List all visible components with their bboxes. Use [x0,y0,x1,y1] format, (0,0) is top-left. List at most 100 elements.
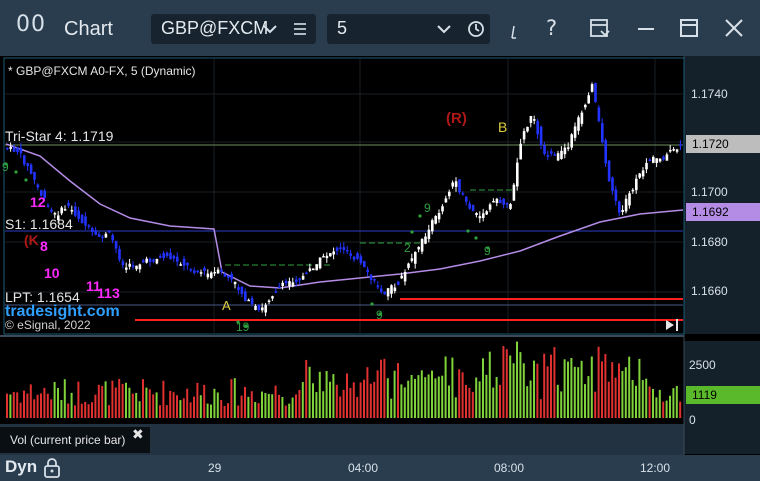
candle-body [366,269,369,273]
volume-bar [342,389,345,418]
volume-bar [546,366,549,418]
setup-dot [14,170,18,174]
volume-bar [80,403,83,418]
candle-body [135,265,138,270]
volume-bar [597,346,600,418]
price-chart[interactable] [0,56,760,481]
volume-bar [118,378,121,418]
candle-body [9,146,12,149]
candle-body [611,177,614,191]
candle-body [46,205,50,207]
volume-bar [288,403,291,418]
volume-bar [621,371,624,418]
volume-bar [23,390,25,418]
close-legend-icon[interactable]: ✖ [132,426,144,443]
candle-body [60,207,63,214]
volume-bar [281,397,284,418]
volume-bar [495,377,498,418]
candle-body [638,173,641,178]
candle-body [155,258,159,264]
volume-bar [533,360,535,418]
volume-bar [468,387,471,418]
candle-body [427,229,431,240]
maximize-icon[interactable] [679,18,699,38]
close-icon[interactable] [724,18,744,38]
candle-body [645,162,648,170]
chart-window[interactable]: * GBP@FXCM A0-FX, 5 (Dynamic) Tri-Star 4… [0,56,760,481]
count-marker: 11 [97,285,112,301]
volume-bar [152,394,155,418]
candle-body [332,251,335,255]
volume-bar [373,381,376,418]
candle-body [261,307,264,311]
volume-bar [159,405,161,418]
candle-body [614,189,618,201]
candle-body [652,156,655,163]
candle-body [546,155,550,157]
candle-body [468,203,471,209]
candle-body [502,198,505,205]
volume-bar [165,405,168,418]
interval-value: 5 [337,18,348,38]
template-icon[interactable] [589,18,611,40]
candle-body [189,269,193,271]
volume-tick: 2500 [689,358,716,372]
volume-bar [176,395,178,418]
volume-bar [196,382,199,418]
volume-bar [669,395,671,418]
lock-icon[interactable] [43,458,61,478]
volume-bar [471,391,474,418]
volume-bar [390,398,393,418]
draw-tool-icon[interactable] [510,24,520,40]
candle-body [349,253,352,256]
list-icon[interactable] [293,22,307,36]
candle-body [26,163,29,167]
volume-bar [563,359,566,418]
setup-dot [474,236,478,240]
minimize-icon[interactable] [636,18,656,38]
volume-bar [665,400,668,418]
candle-body [346,250,349,252]
volume-bar [519,352,522,418]
candle-body [655,158,658,163]
candle-body [563,147,567,155]
volume-bar [584,384,586,418]
clock-icon[interactable] [467,20,485,38]
tristar-label: Tri-Star 4: 1.1719 [5,128,114,144]
candle-body [23,155,26,165]
volume-bar [111,380,114,418]
volume-bar [87,404,90,418]
candle-body [148,258,152,262]
volume-bar [526,386,529,418]
chevron-down-icon[interactable] [437,24,451,34]
candle-body [621,210,624,212]
volume-bar [91,402,93,418]
candle-body [138,264,142,270]
symbol-select[interactable]: GBP@FXCM [151,14,316,44]
candle-body [369,274,373,280]
candle-body [628,193,631,206]
setup-count: 2 [404,241,411,255]
volume-bar [434,378,437,418]
volume-bar [516,341,518,418]
volume-bar [26,393,29,418]
volume-bar [315,392,318,418]
volume-bar [179,400,182,418]
candle-body [584,104,587,108]
volume-bar [199,395,202,418]
help-button[interactable]: ? [546,16,557,40]
volume-bar [70,392,73,418]
chevron-down-icon[interactable] [263,24,277,34]
candle-body [505,202,509,205]
volume-bar [624,367,627,418]
volume-bar [461,372,464,418]
volume-bar [339,396,342,418]
candle-body [363,261,366,268]
mode-label[interactable]: Dyn [5,457,37,477]
interval-select[interactable]: 5 [327,14,490,44]
candle-body [359,256,363,264]
volume-bar [662,401,665,418]
volume-bar [648,386,651,418]
volume-bar [182,398,185,418]
marker-a: A [222,298,231,313]
